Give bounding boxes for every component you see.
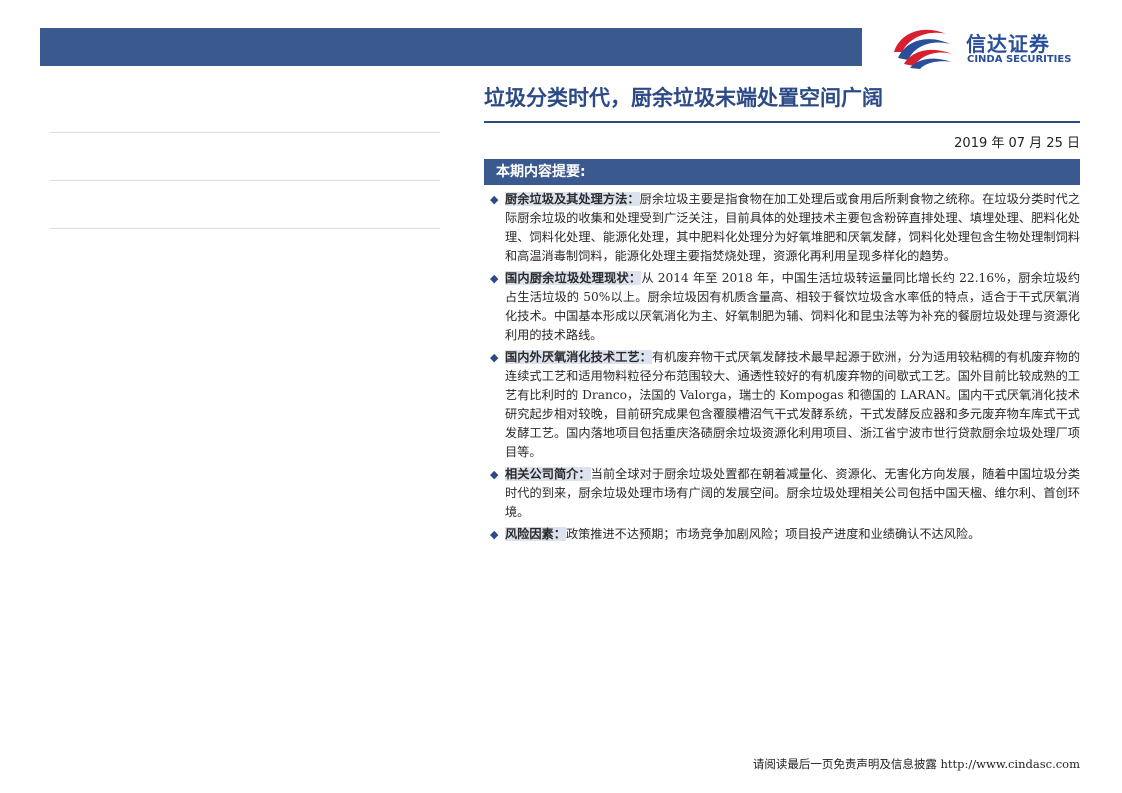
diamond-bullet-icon: ◆ bbox=[490, 468, 499, 481]
left-divider-2 bbox=[50, 180, 440, 181]
report-title: 垃圾分类时代，厨余垃圾末端处置空间广阔 bbox=[484, 86, 883, 110]
item-label: 国内外厌氧消化技术工艺： bbox=[505, 350, 652, 364]
disclaimer-footer: 请阅读最后一页免责声明及信息披露 http://www.cindasc.com bbox=[752, 757, 1080, 771]
item-label: 风险因素： bbox=[505, 527, 566, 541]
logo-english-text: CINDA SECURITIES bbox=[967, 54, 1072, 65]
left-divider-3 bbox=[50, 228, 440, 229]
header-band bbox=[40, 28, 862, 66]
summary-item: ◆ 国内外厌氧消化技术工艺：有机废弃物干式厌氧发酵技术最早起源于欧洲，分为适用较粘… bbox=[490, 348, 1080, 462]
report-date: 2019 年 07 月 25 日 bbox=[954, 136, 1080, 151]
left-divider-1 bbox=[50, 132, 440, 133]
diamond-bullet-icon: ◆ bbox=[490, 193, 499, 206]
item-label: 厨余垃圾及其处理方法： bbox=[505, 192, 640, 206]
summary-item: ◆ 相关公司简介：当前全球对于厨余垃圾处置都在朝着减量化、资源化、无害化方向发展，… bbox=[490, 465, 1080, 522]
summary-item: ◆ 厨余垃圾及其处理方法：厨余垃圾主要是指食物在加工处理后或食用后所剩食物之统称。… bbox=[490, 190, 1080, 266]
title-divider bbox=[484, 121, 1080, 123]
item-label: 相关公司简介： bbox=[505, 467, 591, 481]
item-text: 当前全球对于厨余垃圾处置都在朝着减量化、资源化、无害化方向发展，随着中国垃圾分类… bbox=[505, 467, 1081, 519]
logo-chinese-text: 信达证券 bbox=[966, 32, 1050, 56]
item-text: 政策推进不达预期；市场竞争加剧风险；项目投产进度和业绩确认不达风险。 bbox=[565, 527, 981, 541]
item-text: 有机废弃物干式厌氧发酵技术最早起源于欧洲，分为适用较粘稠的有机废弃物的连续式工艺… bbox=[505, 350, 1081, 459]
diamond-bullet-icon: ◆ bbox=[490, 351, 499, 364]
summary-item: ◆ 风险因素：政策推进不达预期；市场竞争加剧风险；项目投产进度和业绩确认不达风险。 bbox=[490, 525, 1080, 544]
diamond-bullet-icon: ◆ bbox=[490, 528, 499, 541]
company-logo: 信达证券 CINDA SECURITIES bbox=[890, 22, 1080, 70]
item-label: 国内厨余垃圾处理现状： bbox=[505, 271, 642, 285]
diamond-bullet-icon: ◆ bbox=[490, 272, 499, 285]
logo-mark-icon bbox=[894, 29, 952, 69]
summary-item: ◆ 国内厨余垃圾处理现状：从 2014 年至 2018 年，中国生活垃圾转运量同比… bbox=[490, 269, 1080, 345]
summary-content: ◆ 厨余垃圾及其处理方法：厨余垃圾主要是指食物在加工处理后或食用后所剩食物之统称。… bbox=[490, 190, 1080, 547]
summary-heading: 本期内容提要: bbox=[484, 159, 1080, 185]
